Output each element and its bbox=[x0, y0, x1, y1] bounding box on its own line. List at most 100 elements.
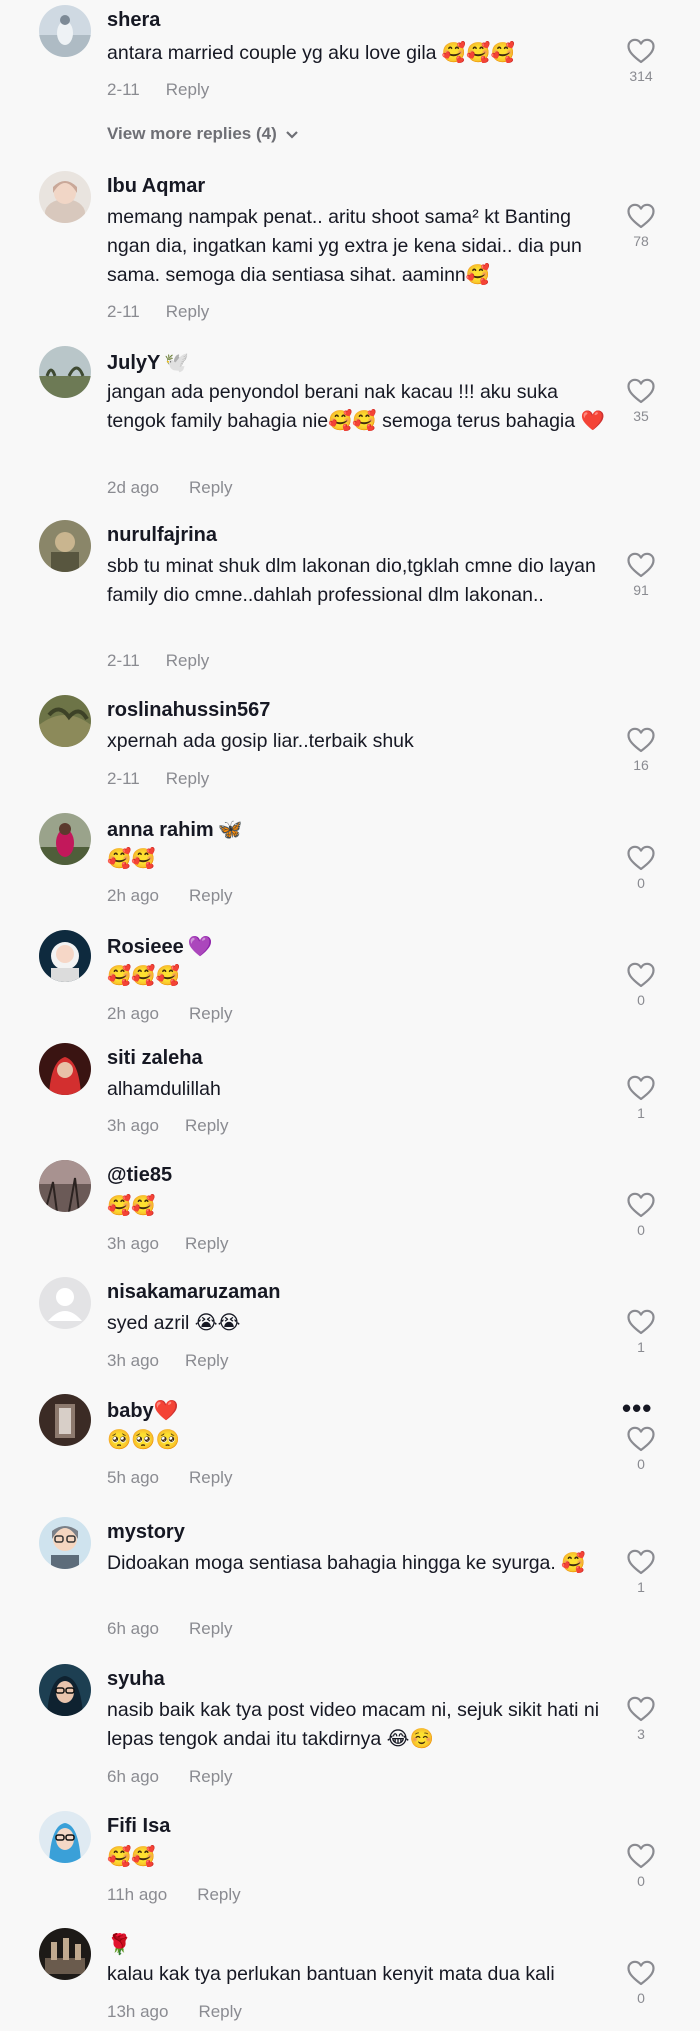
like-button[interactable]: 1 bbox=[624, 1549, 658, 1595]
like-button[interactable]: 0 bbox=[624, 1960, 658, 2006]
avatar[interactable] bbox=[39, 1043, 91, 1095]
reply-button[interactable]: Reply bbox=[166, 651, 209, 670]
timestamp: 3h ago bbox=[107, 1116, 159, 1135]
avatar[interactable] bbox=[39, 346, 91, 398]
username[interactable]: nurulfajrina bbox=[107, 524, 217, 547]
reply-button[interactable]: Reply bbox=[197, 1885, 240, 1904]
timestamp: 6h ago bbox=[107, 1619, 159, 1638]
reply-button[interactable]: Reply bbox=[189, 886, 232, 905]
like-count: 0 bbox=[637, 1990, 645, 2006]
like-button[interactable]: 78 bbox=[624, 203, 658, 249]
username[interactable]: Ibu Aqmar bbox=[107, 175, 205, 198]
comment-text: antara married couple yg aku love gila 🥰… bbox=[107, 42, 515, 64]
comment-meta: 5h ago Reply bbox=[107, 1468, 232, 1488]
like-button[interactable]: 0 bbox=[624, 962, 658, 1008]
avatar[interactable] bbox=[39, 1160, 91, 1212]
reply-button[interactable]: Reply bbox=[189, 1619, 232, 1638]
heart-icon bbox=[627, 1696, 655, 1722]
username-badge: ❤️ bbox=[153, 1400, 179, 1422]
username[interactable]: roslinahussin567 bbox=[107, 699, 270, 722]
username[interactable]: @tie85 bbox=[107, 1164, 172, 1187]
like-button[interactable]: 1 bbox=[624, 1309, 658, 1355]
avatar[interactable] bbox=[39, 520, 91, 572]
reply-button[interactable]: Reply bbox=[185, 1351, 228, 1370]
like-count: 1 bbox=[637, 1339, 645, 1355]
username[interactable]: JulyY 🕊️ bbox=[107, 350, 189, 375]
comment-meta: 2-11 Reply bbox=[107, 769, 209, 789]
reply-button[interactable]: Reply bbox=[185, 1234, 228, 1253]
heart-icon bbox=[627, 1309, 655, 1335]
reply-button[interactable]: Reply bbox=[189, 1767, 232, 1786]
avatar[interactable] bbox=[39, 813, 91, 865]
username[interactable]: baby❤️ bbox=[107, 1398, 179, 1423]
comment-text: alhamdulillah bbox=[107, 1078, 221, 1100]
like-button[interactable]: 314 bbox=[624, 38, 658, 84]
reply-button[interactable]: Reply bbox=[185, 1116, 228, 1135]
avatar[interactable] bbox=[39, 1394, 91, 1446]
username-badge: 🌹 bbox=[107, 1934, 132, 1956]
reply-button[interactable]: Reply bbox=[166, 769, 209, 788]
view-more-replies-button[interactable]: View more replies (4) bbox=[107, 124, 299, 145]
timestamp: 2-11 bbox=[107, 651, 140, 670]
like-count: 16 bbox=[633, 757, 649, 773]
username-badge: 🦋 bbox=[217, 819, 243, 841]
reply-button[interactable]: Reply bbox=[189, 1004, 232, 1023]
heart-icon bbox=[627, 845, 655, 871]
like-button[interactable]: 0 bbox=[624, 1192, 658, 1238]
timestamp: 2h ago bbox=[107, 1004, 159, 1023]
comment-meta: 13h ago Reply bbox=[107, 2002, 242, 2022]
username[interactable]: 🌹 bbox=[107, 1932, 132, 1957]
like-button[interactable]: 16 bbox=[624, 727, 658, 773]
reply-button[interactable]: Reply bbox=[198, 2002, 241, 2021]
comment-text: syed azril 😭😭 bbox=[107, 1312, 241, 1334]
heart-icon bbox=[627, 1960, 655, 1986]
timestamp: 2-11 bbox=[107, 80, 140, 99]
like-button[interactable]: 0 bbox=[624, 845, 658, 891]
comment-meta: 11h ago Reply bbox=[107, 1885, 241, 1905]
avatar[interactable] bbox=[39, 1517, 91, 1569]
username[interactable]: anna rahim 🦋 bbox=[107, 817, 243, 842]
like-button[interactable]: 1 bbox=[624, 1075, 658, 1121]
username[interactable]: Rosieee 💜 bbox=[107, 934, 213, 959]
avatar[interactable] bbox=[39, 5, 91, 57]
like-button[interactable]: 0 bbox=[624, 1843, 658, 1889]
username[interactable]: shera bbox=[107, 9, 160, 32]
like-count: 0 bbox=[637, 1456, 645, 1472]
avatar[interactable] bbox=[39, 1664, 91, 1716]
like-button[interactable]: 3 bbox=[624, 1696, 658, 1742]
like-count: 78 bbox=[633, 233, 649, 249]
heart-icon bbox=[627, 378, 655, 404]
like-button[interactable]: 91 bbox=[624, 552, 658, 598]
reply-button[interactable]: Reply bbox=[166, 302, 209, 321]
username-badge: 🕊️ bbox=[164, 352, 190, 374]
heart-icon bbox=[627, 1192, 655, 1218]
avatar[interactable] bbox=[39, 171, 91, 223]
comment-meta: 3h ago Reply bbox=[107, 1234, 228, 1254]
comment-meta: 2-11 Reply bbox=[107, 80, 209, 100]
heart-icon bbox=[627, 38, 655, 64]
username[interactable]: syuha bbox=[107, 1668, 165, 1691]
reply-button[interactable]: Reply bbox=[166, 80, 209, 99]
username[interactable]: mystory bbox=[107, 1521, 185, 1544]
avatar[interactable] bbox=[39, 930, 91, 982]
like-button[interactable]: 0 bbox=[624, 1426, 658, 1472]
avatar[interactable] bbox=[39, 695, 91, 747]
reply-button[interactable]: Reply bbox=[189, 1468, 232, 1487]
like-count: 0 bbox=[637, 992, 645, 1008]
heart-icon bbox=[627, 552, 655, 578]
username[interactable]: nisakamaruzaman bbox=[107, 1281, 280, 1304]
username[interactable]: siti zaleha bbox=[107, 1047, 203, 1070]
more-options-icon[interactable]: ••• bbox=[622, 1395, 652, 1421]
heart-icon bbox=[627, 203, 655, 229]
comment-text: Didoakan moga sentiasa bahagia hingga ke… bbox=[107, 1552, 586, 1574]
username[interactable]: Fifi Isa bbox=[107, 1815, 170, 1838]
heart-icon bbox=[627, 1075, 655, 1101]
like-button[interactable]: 35 bbox=[624, 378, 658, 424]
comment-meta: 3h ago Reply bbox=[107, 1116, 228, 1136]
avatar[interactable] bbox=[39, 1277, 91, 1329]
avatar[interactable] bbox=[39, 1811, 91, 1863]
heart-icon bbox=[627, 1426, 655, 1452]
reply-button[interactable]: Reply bbox=[189, 478, 232, 497]
like-count: 314 bbox=[629, 68, 653, 84]
avatar[interactable] bbox=[39, 1928, 91, 1980]
